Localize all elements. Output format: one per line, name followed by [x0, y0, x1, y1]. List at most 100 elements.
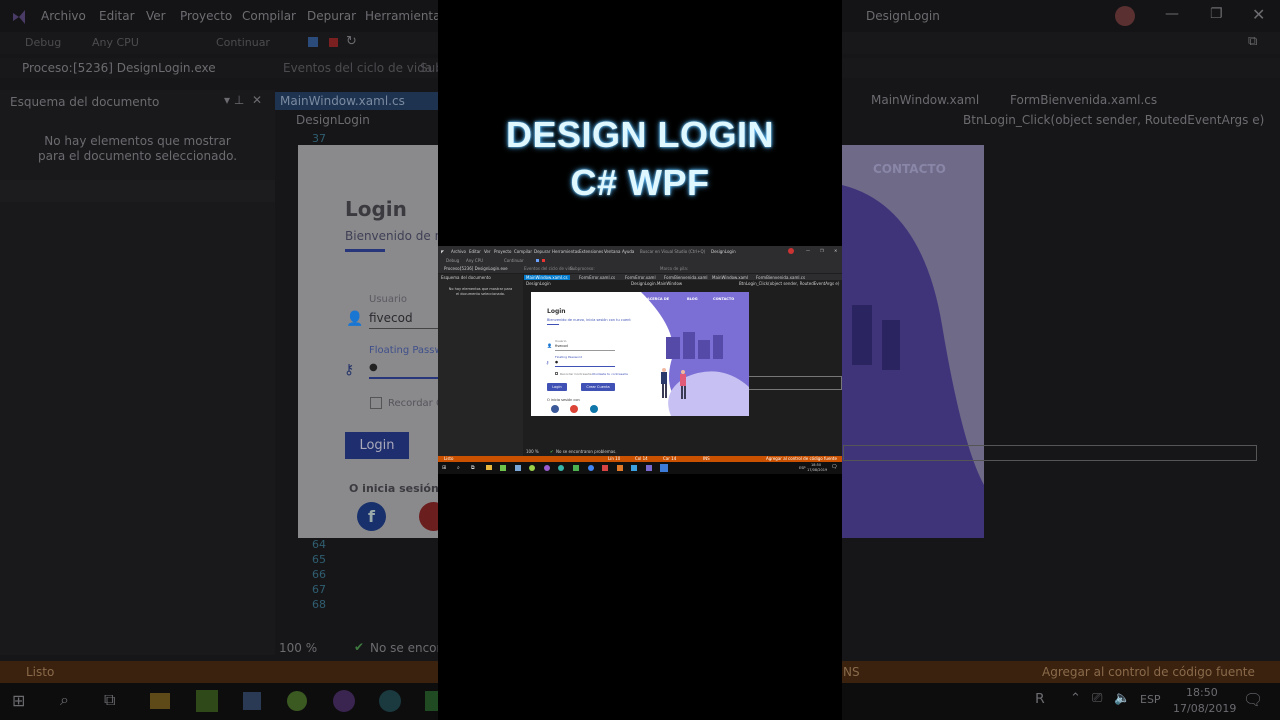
bg-pass-value[interactable]: ●: [369, 362, 378, 373]
bg-lang[interactable]: ESP: [1140, 693, 1161, 706]
mini-zoom[interactable]: 100 %: [526, 449, 539, 454]
mini-nav-blog[interactable]: BLOG: [687, 297, 698, 301]
windows-start-icon[interactable]: ⊞: [12, 691, 25, 710]
mini-chrome-icon[interactable]: [588, 465, 594, 471]
mini-menu-item[interactable]: Extensiones: [579, 249, 603, 254]
mini-continue[interactable]: Continuar: [504, 258, 524, 263]
mini-pass-value[interactable]: ●: [555, 360, 558, 364]
mini-facebook-icon[interactable]: [551, 405, 559, 413]
mini-time[interactable]: 18:50: [811, 463, 821, 467]
mini-nav-contacto[interactable]: CONTACTO: [713, 297, 734, 301]
bg-login-button[interactable]: Login: [345, 432, 409, 459]
mini-app-icon[interactable]: [660, 464, 668, 472]
mini-remember-checkbox[interactable]: [555, 372, 558, 375]
mini-lifecycle[interactable]: Eventos del ciclo de vida: [524, 266, 574, 271]
mini-app-icon[interactable]: [573, 465, 579, 471]
user-avatar[interactable]: [1115, 6, 1135, 26]
restart-icon[interactable]: ↻: [346, 34, 357, 49]
bg-method-breadcrumb[interactable]: BtnLogin_Click(object sender, RoutedEven…: [963, 113, 1264, 127]
bg-menu-archivo[interactable]: Archivo: [41, 9, 86, 23]
file-explorer-icon[interactable]: [150, 693, 170, 709]
mini-app-icon[interactable]: [515, 465, 521, 471]
app-icon[interactable]: [379, 690, 401, 712]
mini-issues[interactable]: No se encontraron problemas.: [556, 449, 617, 454]
mini-menu-item[interactable]: Herramientas: [552, 249, 579, 254]
mini-menu-item[interactable]: Ventana: [604, 249, 620, 254]
mini-tab[interactable]: FormBienvenida.xaml: [664, 275, 708, 280]
mini-thread[interactable]: Subproceso:: [570, 266, 595, 271]
mini-tab-active[interactable]: MainWindow.xaml.cs: [524, 275, 570, 280]
mini-google-icon[interactable]: [570, 405, 578, 413]
mini-frame[interactable]: Marco de pila:: [660, 266, 688, 271]
mini-platform[interactable]: Any CPU: [466, 258, 483, 263]
pause-icon[interactable]: [308, 37, 318, 47]
mini-tab[interactable]: MainWindow.xaml: [712, 275, 748, 280]
mini-close-icon[interactable]: ✕: [834, 248, 837, 253]
mini-tab[interactable]: FormError.xaml.cs: [579, 275, 615, 280]
mini-app-icon[interactable]: [529, 465, 535, 471]
mini-pause-icon[interactable]: [536, 259, 539, 262]
mini-app-icon[interactable]: [602, 465, 608, 471]
mini-menu-item[interactable]: Proyecto: [494, 249, 511, 254]
mini-menu-item[interactable]: Ver: [484, 249, 491, 254]
mini-search[interactable]: Buscar en Visual Studio (Ctrl+Q): [640, 249, 705, 254]
bg-menu-herramientas[interactable]: Herramientas: [365, 9, 447, 23]
mini-menu-item[interactable]: Compilar: [514, 249, 532, 254]
bg-zoom[interactable]: 100 %: [279, 641, 317, 655]
mini-taskview-icon[interactable]: ⧉: [471, 465, 475, 471]
mini-app-icon[interactable]: [646, 465, 652, 471]
chevron-up-icon[interactable]: ⌃: [1070, 691, 1081, 706]
mini-config[interactable]: Debug: [446, 258, 459, 263]
mini-app-icon[interactable]: [617, 465, 623, 471]
stop-icon[interactable]: [329, 38, 338, 47]
search-icon[interactable]: ⌕: [60, 690, 69, 710]
mini-maximize-icon[interactable]: ❐: [820, 248, 824, 253]
app-icon[interactable]: [243, 692, 261, 710]
app-icon[interactable]: [333, 690, 355, 712]
bg-active-tab[interactable]: MainWindow.xaml.cs: [275, 92, 438, 110]
bg-tab-formbienvenida[interactable]: FormBienvenida.xaml.cs: [1010, 93, 1157, 107]
notifications-icon[interactable]: 🗨: [1243, 690, 1263, 709]
app-icon[interactable]: [196, 690, 218, 712]
mini-search-icon[interactable]: ⌕: [457, 465, 460, 471]
bg-menu-depurar[interactable]: Depurar: [307, 9, 356, 23]
mini-menu-item[interactable]: Archivo: [451, 249, 466, 254]
bg-menu-compilar[interactable]: Compilar: [242, 9, 296, 23]
bg-clock-time[interactable]: 18:50: [1186, 686, 1218, 699]
mini-explorer-icon[interactable]: [486, 465, 492, 470]
mini-nav-acerca[interactable]: ACERCA DE: [647, 297, 669, 301]
mini-breadcrumb[interactable]: DesignLogin: [526, 281, 551, 286]
mini-forgot-link[interactable]: Olvidaste tu contraseña: [592, 372, 628, 376]
mini-app-icon[interactable]: [500, 465, 506, 471]
bg-source-control[interactable]: Agregar al control de código fuente: [1042, 665, 1255, 679]
bg-menu-ver[interactable]: Ver: [146, 9, 166, 23]
close-icon[interactable]: ✕: [1252, 5, 1265, 24]
mini-menu-item[interactable]: Editar: [469, 249, 481, 254]
mini-app-icon[interactable]: [544, 465, 550, 471]
app-icon[interactable]: [287, 691, 307, 711]
network-icon[interactable]: ⎚: [1092, 691, 1102, 706]
mini-menu-item[interactable]: Depurar: [534, 249, 550, 254]
bg-tab-mainwindow-xaml[interactable]: MainWindow.xaml: [871, 93, 979, 107]
bg-panel-close-icon[interactable]: ✕: [252, 93, 262, 107]
mini-avatar[interactable]: [788, 248, 794, 254]
bg-config-select[interactable]: Debug: [25, 36, 61, 49]
live-share-icon[interactable]: ⧉: [1248, 34, 1257, 49]
bg-art-contact[interactable]: CONTACTO: [873, 162, 946, 176]
bg-breadcrumb[interactable]: DesignLogin: [296, 113, 370, 127]
bg-remember-checkbox[interactable]: [370, 397, 382, 409]
bg-panel-pin-icon[interactable]: ▾ ⊥: [224, 93, 244, 107]
minimize-icon[interactable]: —: [1165, 6, 1179, 22]
bg-process-select[interactable]: [5236] DesignLogin.exe: [73, 61, 216, 75]
bg-clock-date[interactable]: 17/08/2019: [1173, 702, 1236, 715]
mini-create-account-button[interactable]: Crear Cuenta: [581, 383, 615, 391]
mini-minimize-icon[interactable]: —: [806, 248, 810, 253]
app-icon[interactable]: [425, 691, 438, 711]
bg-continue-button[interactable]: Continuar: [216, 36, 270, 49]
mini-stop-icon[interactable]: [542, 259, 545, 262]
mini-source-control[interactable]: Agregar al control de código fuente: [766, 456, 837, 461]
mini-app-icon[interactable]: [558, 465, 564, 471]
maximize-icon[interactable]: ❐: [1210, 6, 1223, 22]
mini-notifications-icon[interactable]: 🗨: [831, 464, 837, 470]
mini-app-icon[interactable]: [631, 465, 637, 471]
